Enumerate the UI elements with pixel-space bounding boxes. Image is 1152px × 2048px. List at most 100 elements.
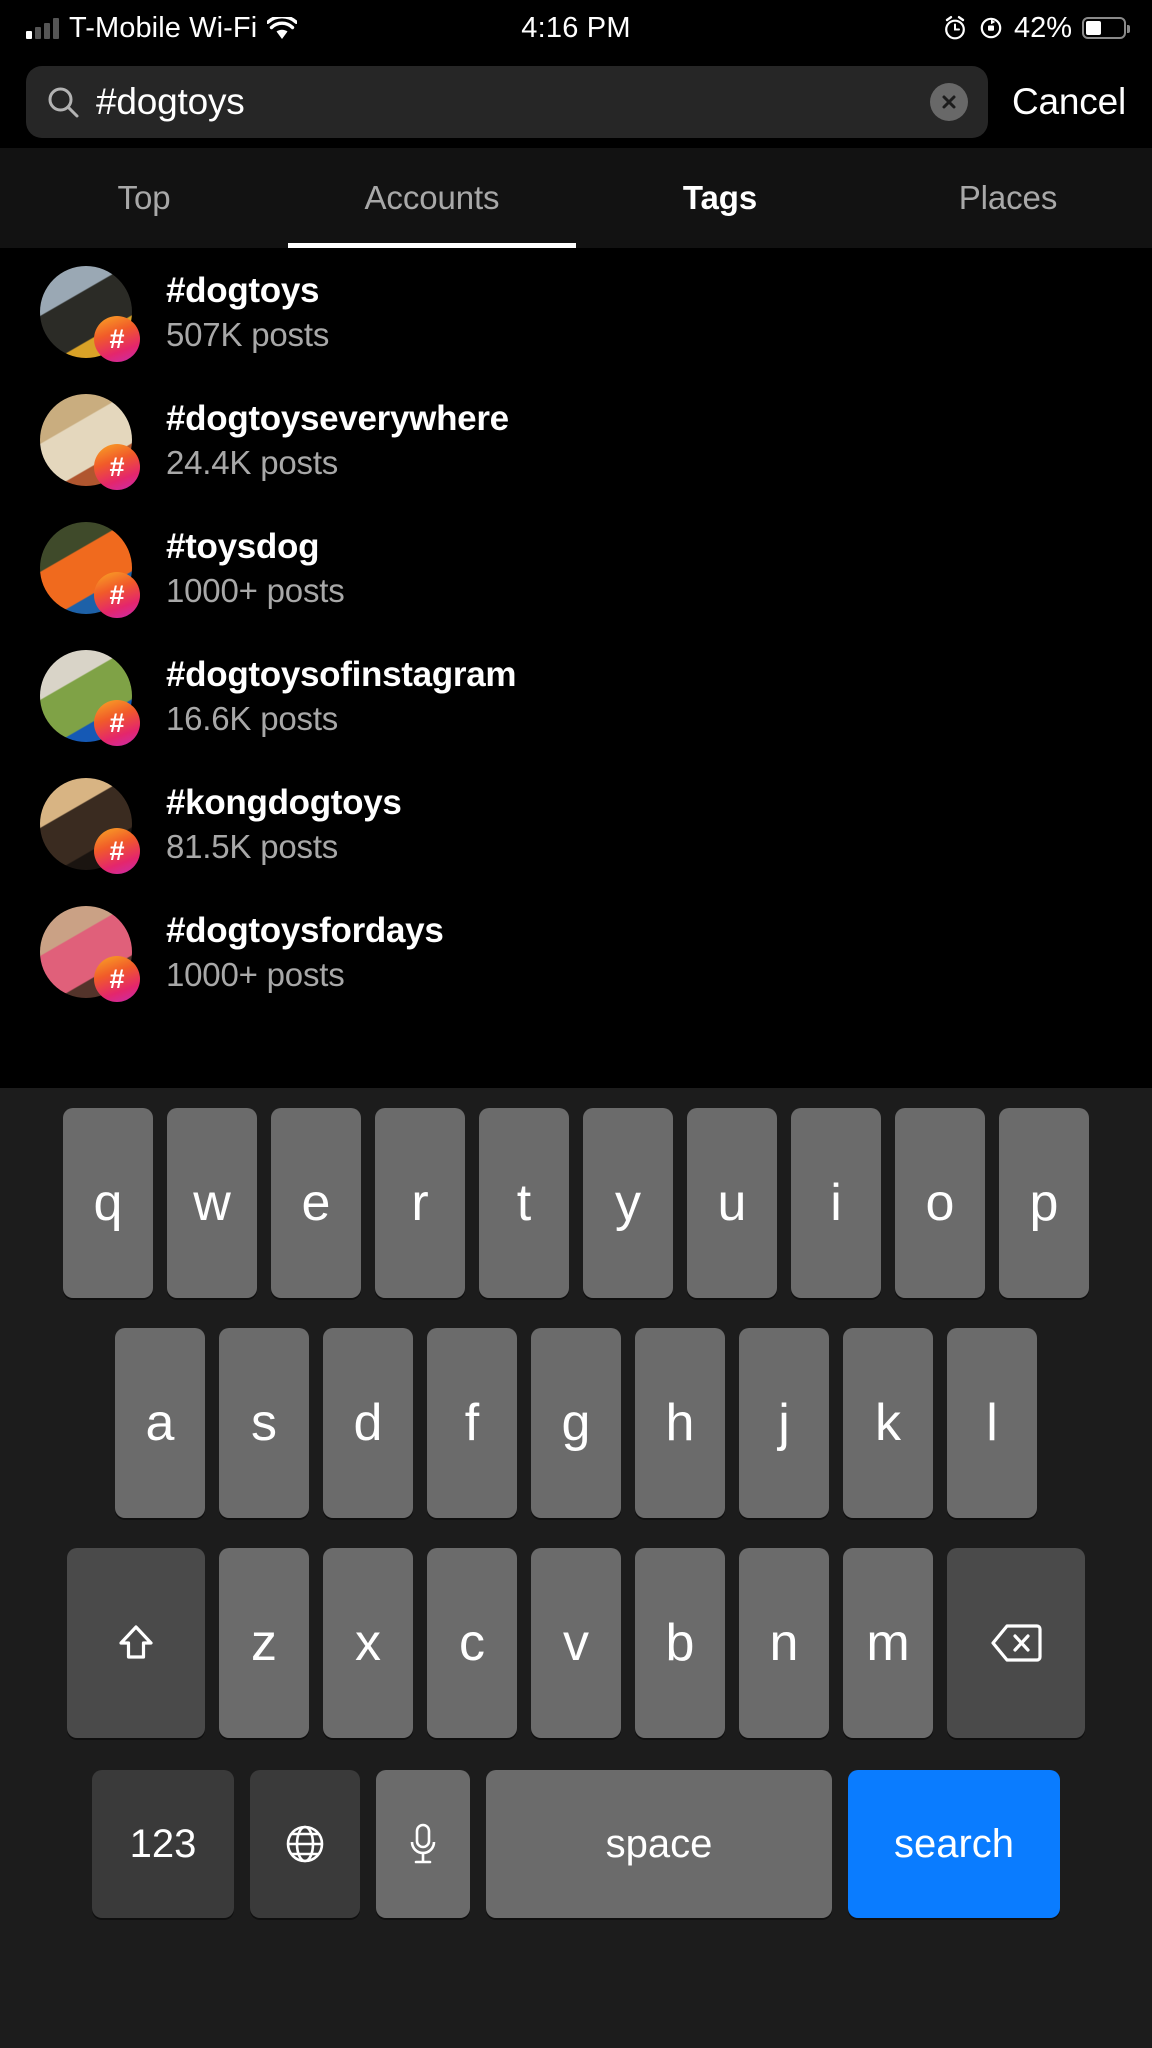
key-i[interactable]: i [791,1108,881,1298]
avatar: # [40,522,132,614]
key-e[interactable]: e [271,1108,361,1298]
hashtag-badge-icon: # [94,700,140,746]
on-screen-keyboard: qwertyuiop asdfghjkl zxcvbnm 123 [0,1088,1152,2048]
hashtag-badge-icon: # [94,956,140,1002]
search-bar: #dogtoys Cancel [0,56,1152,148]
carrier-label: T-Mobile Wi-Fi [69,12,257,45]
avatar: # [40,906,132,998]
tag-result-row[interactable]: # #dogtoysofinstagram 16.6K posts [0,632,1152,760]
key-j[interactable]: j [739,1328,829,1518]
key-f[interactable]: f [427,1328,517,1518]
tag-result-row[interactable]: # #dogtoyseverywhere 24.4K posts [0,376,1152,504]
tag-post-count: 1000+ posts [166,572,345,610]
tag-post-count: 81.5K posts [166,828,402,866]
tag-result-text: #dogtoys 507K posts [166,271,329,354]
key-k[interactable]: k [843,1328,933,1518]
key-t[interactable]: t [479,1108,569,1298]
key-d[interactable]: d [323,1328,413,1518]
key-u[interactable]: u [687,1108,777,1298]
battery-percent-label: 42% [1014,12,1072,45]
key-r[interactable]: r [375,1108,465,1298]
tag-result-row[interactable]: # #kongdogtoys 81.5K posts [0,760,1152,888]
tag-name: #kongdogtoys [166,783,402,823]
key-v[interactable]: v [531,1548,621,1738]
key-l[interactable]: l [947,1328,1037,1518]
tag-result-row[interactable]: # #dogtoysfordays 1000+ posts [0,888,1152,1016]
signal-bars-icon [26,17,59,39]
tag-result-row[interactable]: # #dogtoys 507K posts [0,248,1152,376]
hashtag-badge-icon: # [94,572,140,618]
key-m[interactable]: m [843,1548,933,1738]
tag-result-text: #kongdogtoys 81.5K posts [166,783,402,866]
keyboard-row-2: asdfghjkl [0,1324,1152,1522]
key-b[interactable]: b [635,1548,725,1738]
search-input-value: #dogtoys [96,81,914,123]
wifi-icon [267,17,297,40]
hashtag-badge-icon: # [94,828,140,874]
shift-icon[interactable] [67,1548,205,1738]
avatar: # [40,394,132,486]
key-z[interactable]: z [219,1548,309,1738]
tag-post-count: 507K posts [166,316,329,354]
status-bar-right: 42% [942,12,1126,45]
tag-result-row[interactable]: # #toysdog 1000+ posts [0,504,1152,632]
tag-name: #dogtoyseverywhere [166,399,509,439]
hashtag-badge-icon: # [94,316,140,362]
key-g[interactable]: g [531,1328,621,1518]
avatar: # [40,650,132,742]
avatar: # [40,266,132,358]
alarm-icon [942,15,968,41]
key-n[interactable]: n [739,1548,829,1738]
tab-tags[interactable]: Tags [576,148,864,248]
tag-result-text: #dogtoysofinstagram 16.6K posts [166,655,516,738]
key-c[interactable]: c [427,1548,517,1738]
tag-result-row[interactable]: ##godogtoys5000+ posts [0,1016,1152,1028]
active-tab-indicator [288,243,576,248]
microphone-icon[interactable] [376,1770,470,1918]
search-return-key[interactable]: search [848,1770,1060,1918]
cancel-button[interactable]: Cancel [1012,81,1126,123]
tab-top[interactable]: Top [0,148,288,248]
keyboard-row-3: zxcvbnm [0,1544,1152,1742]
clear-icon[interactable] [930,83,968,121]
key-a[interactable]: a [115,1328,205,1518]
tag-name: #dogtoysfordays [166,911,444,951]
status-bar-left: T-Mobile Wi-Fi [26,12,297,45]
globe-icon[interactable] [250,1770,360,1918]
tag-name: #dogtoysofinstagram [166,655,516,695]
hashtag-badge-icon: # [94,444,140,490]
key-w[interactable]: w [167,1108,257,1298]
tag-post-count: 1000+ posts [166,956,444,994]
search-tabs: Top Accounts Tags Places [0,148,1152,248]
keyboard-row-3-keys: zxcvbnm [219,1548,933,1738]
tag-result-text: #dogtoysfordays 1000+ posts [166,911,444,994]
search-input[interactable]: #dogtoys [26,66,988,138]
battery-icon [1082,17,1126,39]
keyboard-row-4: 123 space search [0,1764,1152,1924]
search-icon [46,85,80,119]
space-key[interactable]: space [486,1770,832,1918]
tag-name: #dogtoys [166,271,329,311]
numbers-key[interactable]: 123 [92,1770,234,1918]
tag-results-list[interactable]: # #dogtoys 507K posts # #dogtoyseverywhere 24… [0,248,1152,1028]
tag-post-count: 24.4K posts [166,444,509,482]
key-x[interactable]: x [323,1548,413,1738]
rotation-lock-icon [978,15,1004,41]
key-q[interactable]: q [63,1108,153,1298]
status-bar: T-Mobile Wi-Fi 4:16 PM [0,0,1152,56]
avatar: # [40,778,132,870]
key-y[interactable]: y [583,1108,673,1298]
tag-result-text: #toysdog 1000+ posts [166,527,345,610]
tab-places[interactable]: Places [864,148,1152,248]
key-p[interactable]: p [999,1108,1089,1298]
tag-name: #toysdog [166,527,345,567]
instagram-search-screen: T-Mobile Wi-Fi 4:16 PM [0,0,1152,2048]
key-h[interactable]: h [635,1328,725,1518]
tab-accounts[interactable]: Accounts [288,148,576,248]
key-s[interactable]: s [219,1328,309,1518]
keyboard-row-1: qwertyuiop [0,1104,1152,1302]
key-o[interactable]: o [895,1108,985,1298]
tag-post-count: 16.6K posts [166,700,516,738]
tag-result-text: #dogtoyseverywhere 24.4K posts [166,399,509,482]
backspace-icon[interactable] [947,1548,1085,1738]
